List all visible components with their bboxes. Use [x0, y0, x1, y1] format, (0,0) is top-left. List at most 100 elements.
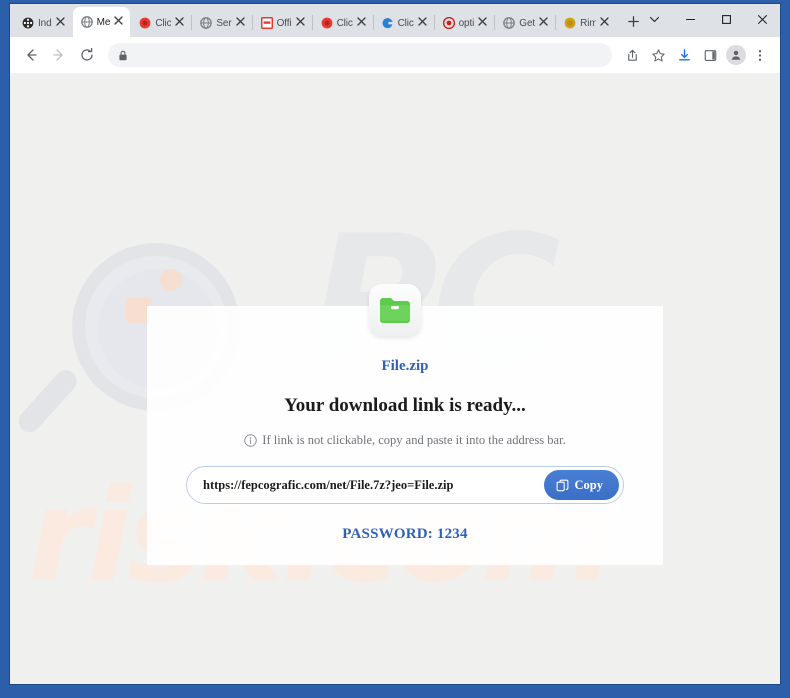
minimize-button[interactable] — [672, 4, 708, 34]
info-circle-icon — [244, 434, 258, 447]
tab-close-button[interactable] — [476, 16, 489, 30]
download-link-row[interactable]: https://fepcografic.com/net/File.7z?jeo=… — [186, 466, 624, 504]
bookmark-button[interactable] — [646, 43, 670, 67]
tab-5[interactable]: Offi — [253, 9, 312, 37]
chevron-down-icon — [649, 16, 659, 22]
tab-2-active[interactable]: Me — [72, 7, 131, 37]
close-icon — [175, 16, 184, 26]
orange-circle-icon — [564, 17, 576, 29]
close-icon — [757, 14, 767, 24]
tab-close-button[interactable] — [355, 16, 368, 30]
hint-row: If link is not clickable, copy and paste… — [147, 433, 663, 448]
window-controls — [636, 4, 780, 34]
profile-avatar-icon — [731, 50, 741, 60]
address-bar[interactable] — [108, 43, 612, 67]
close-icon — [539, 16, 548, 26]
forward-button[interactable] — [46, 42, 72, 68]
copy-button[interactable]: Copy — [543, 470, 619, 500]
page-title: Your download link is ready... — [284, 395, 526, 416]
close-icon — [114, 15, 123, 25]
share-icon — [627, 49, 637, 61]
tab-1[interactable]: Ind — [14, 9, 72, 37]
tab-title: opti — [458, 17, 475, 29]
red-circle-icon — [139, 17, 151, 29]
globe-icon — [200, 17, 213, 29]
tab-close-button[interactable] — [416, 16, 429, 30]
reload-icon — [81, 47, 93, 61]
globe-icon — [503, 17, 516, 29]
download-card: File.zip Your download link is ready... … — [147, 306, 663, 565]
film-reel-icon — [22, 17, 34, 29]
tab-title: Clic — [336, 17, 353, 29]
tab-title: Me — [96, 16, 111, 28]
tab-3[interactable]: Clic — [131, 9, 191, 37]
tab-title: Ind — [38, 17, 52, 29]
forward-arrow-icon — [53, 49, 63, 61]
tab-title: Rim — [580, 17, 597, 29]
close-button[interactable] — [744, 4, 780, 34]
tab-close-button[interactable] — [54, 16, 67, 30]
magnifier-handle-icon — [13, 365, 82, 437]
close-icon — [417, 16, 427, 26]
side-panel-icon — [704, 49, 716, 61]
tab-close-button[interactable] — [173, 16, 186, 30]
reload-button[interactable] — [74, 42, 100, 68]
close-icon — [55, 16, 65, 26]
profile-button[interactable] — [726, 45, 746, 65]
tab-list: Ind Me Clic Ser Offi Clic Clic opti Get Rim — [10, 4, 616, 37]
tab-title: Get — [519, 17, 536, 29]
back-button[interactable] — [18, 42, 44, 68]
back-arrow-icon — [27, 49, 37, 61]
hint-text: If link is not clickable, copy and paste… — [262, 433, 566, 447]
minimize-icon — [685, 18, 695, 20]
blue-swirl-icon — [382, 17, 394, 29]
three-dot-menu-icon — [758, 49, 762, 61]
tab-close-button[interactable] — [234, 16, 247, 30]
zip-folder-icon — [369, 284, 421, 336]
lock-icon — [118, 50, 128, 61]
tab-close-button[interactable] — [598, 16, 611, 30]
share-button[interactable] — [620, 43, 644, 67]
tab-close-button[interactable] — [112, 15, 125, 29]
tab-4[interactable]: Ser — [192, 9, 251, 37]
tab-title: Clic — [155, 17, 172, 29]
file-name: File.zip — [381, 358, 429, 374]
close-icon — [235, 16, 245, 26]
tab-title: Clic — [397, 17, 414, 29]
download-button[interactable] — [672, 43, 696, 67]
red-circle-icon — [321, 17, 333, 29]
tab-title: Ser — [216, 17, 232, 29]
tab-search-button[interactable] — [636, 4, 672, 34]
close-icon — [295, 16, 305, 26]
tab-7[interactable]: Clic — [374, 9, 434, 37]
watermark-dot-2 — [160, 269, 182, 291]
browser-toolbar — [10, 37, 780, 73]
tab-9[interactable]: Get — [495, 9, 555, 37]
close-icon — [356, 16, 366, 26]
tab-title: Offi — [276, 17, 292, 29]
side-panel-button[interactable] — [698, 43, 722, 67]
copy-icon — [556, 479, 568, 491]
maximize-button[interactable] — [708, 4, 744, 34]
maximize-icon — [721, 14, 731, 24]
tab-strip: Ind Me Clic Ser Offi Clic Clic opti Get Rim — [10, 4, 780, 37]
tab-6[interactable]: Clic — [313, 9, 373, 37]
password-text: PASSWORD: 1234 — [342, 526, 468, 542]
globe-icon — [80, 16, 93, 28]
download-link-text[interactable]: https://fepcografic.com/net/File.7z?jeo=… — [203, 478, 544, 493]
tab-close-button[interactable] — [294, 16, 307, 30]
close-icon — [478, 16, 487, 26]
download-icon — [678, 48, 690, 61]
browser-menu-button[interactable] — [748, 43, 772, 67]
page-viewport: PC risk.com File.zip Your download link … — [10, 73, 780, 684]
red-square-icon — [260, 16, 273, 30]
tab-8[interactable]: opti — [435, 9, 495, 37]
tab-10[interactable]: Rim — [556, 9, 616, 37]
zip-folder-glyph — [380, 298, 410, 323]
close-icon — [600, 16, 609, 26]
browser-window: Ind Me Clic Ser Offi Clic Clic opti Get Rim — [9, 3, 781, 685]
red-target-icon — [442, 16, 455, 30]
tab-close-button[interactable] — [537, 16, 550, 30]
copy-button-label: Copy — [574, 477, 603, 492]
bookmark-star-icon — [651, 48, 665, 61]
